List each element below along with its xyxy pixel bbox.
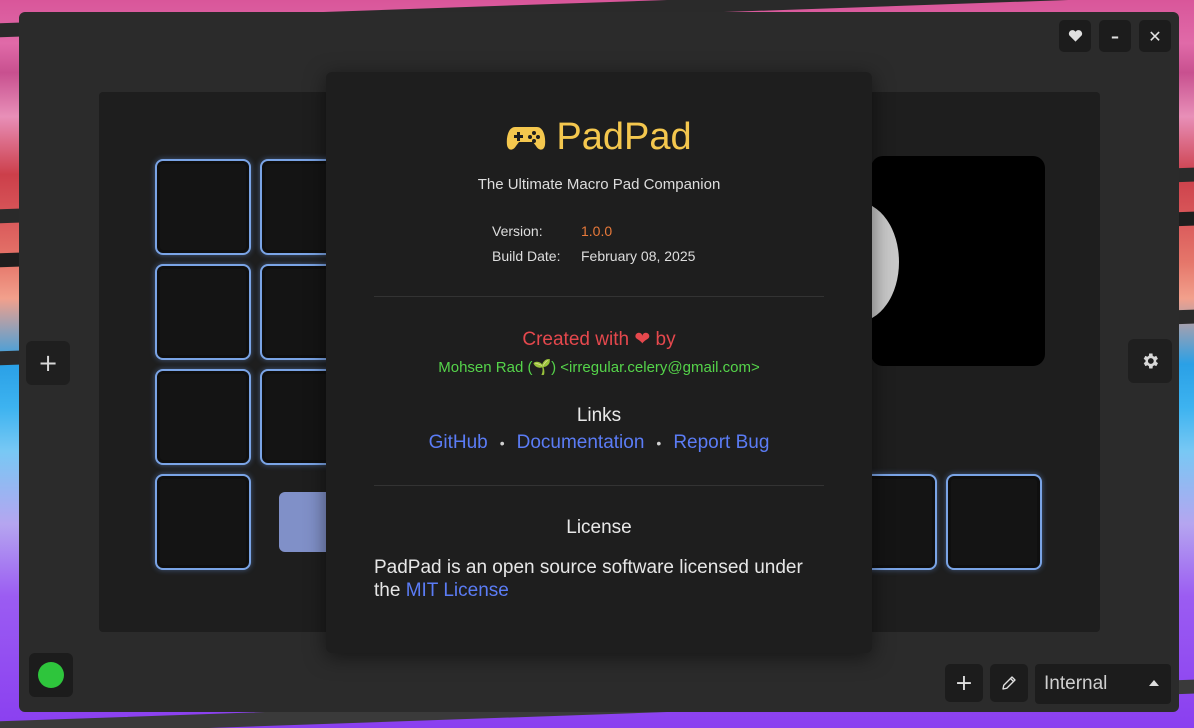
created-with-line: Created with ❤ by [326, 328, 872, 351]
license-heading: License [566, 517, 632, 538]
report-bug-link[interactable]: Report Bug [673, 432, 769, 453]
pad-key[interactable] [155, 159, 251, 255]
divider [374, 296, 824, 297]
profile-select[interactable]: Internal [1035, 664, 1171, 704]
close-button[interactable]: ✕ [1139, 20, 1171, 52]
gamepad-icon [507, 126, 546, 150]
bullet-separator: • [499, 435, 505, 451]
settings-button[interactable] [1128, 339, 1172, 383]
pad-key[interactable] [946, 474, 1042, 570]
documentation-link[interactable]: Documentation [517, 432, 645, 453]
heart-icon [1068, 30, 1082, 42]
heart-icon: ❤ [634, 329, 651, 350]
minimize-button[interactable]: – [1099, 20, 1131, 52]
mit-license-link[interactable]: MIT License [406, 580, 509, 601]
caret-up-icon [1149, 680, 1159, 686]
edit-button[interactable] [990, 664, 1028, 702]
display-image [871, 202, 899, 322]
pad-key[interactable] [155, 474, 251, 570]
links-heading: Links [576, 405, 622, 426]
pad-key[interactable] [155, 369, 251, 465]
oled-display[interactable] [871, 156, 1045, 366]
license-text: PadPad is an open source software licens… [374, 556, 824, 602]
status-indicator [38, 662, 64, 688]
pencil-icon [1002, 676, 1016, 690]
add-element-button[interactable]: + [945, 664, 983, 702]
created-prefix: Created with [522, 329, 630, 350]
gear-icon [1143, 353, 1158, 369]
build-date-value: February 08, 2025 [581, 248, 696, 264]
favorite-button[interactable] [1059, 20, 1091, 52]
about-title-row: PadPad [326, 116, 872, 159]
bullet-separator: • [656, 435, 662, 451]
build-date-label: Build Date: [492, 248, 561, 264]
add-column-button[interactable]: + [26, 341, 70, 385]
profile-select-value: Internal [1044, 673, 1108, 694]
version-label: Version: [492, 223, 543, 239]
app-tagline: The Ultimate Macro Pad Companion [477, 176, 721, 193]
about-dialog: PadPad The Ultimate Macro Pad Companion … [326, 72, 872, 653]
app-title: PadPad [556, 116, 692, 158]
created-suffix: by [655, 329, 676, 350]
github-link[interactable]: GitHub [429, 432, 488, 453]
author-line: Mohsen Rad (🌱) <irregular.celery@gmail.c… [438, 359, 760, 376]
connection-status[interactable] [29, 653, 73, 697]
divider [374, 485, 824, 486]
version-value: 1.0.0 [581, 223, 613, 239]
pad-key[interactable] [155, 264, 251, 360]
links-row: GitHub • Documentation • Report Bug [326, 432, 872, 454]
